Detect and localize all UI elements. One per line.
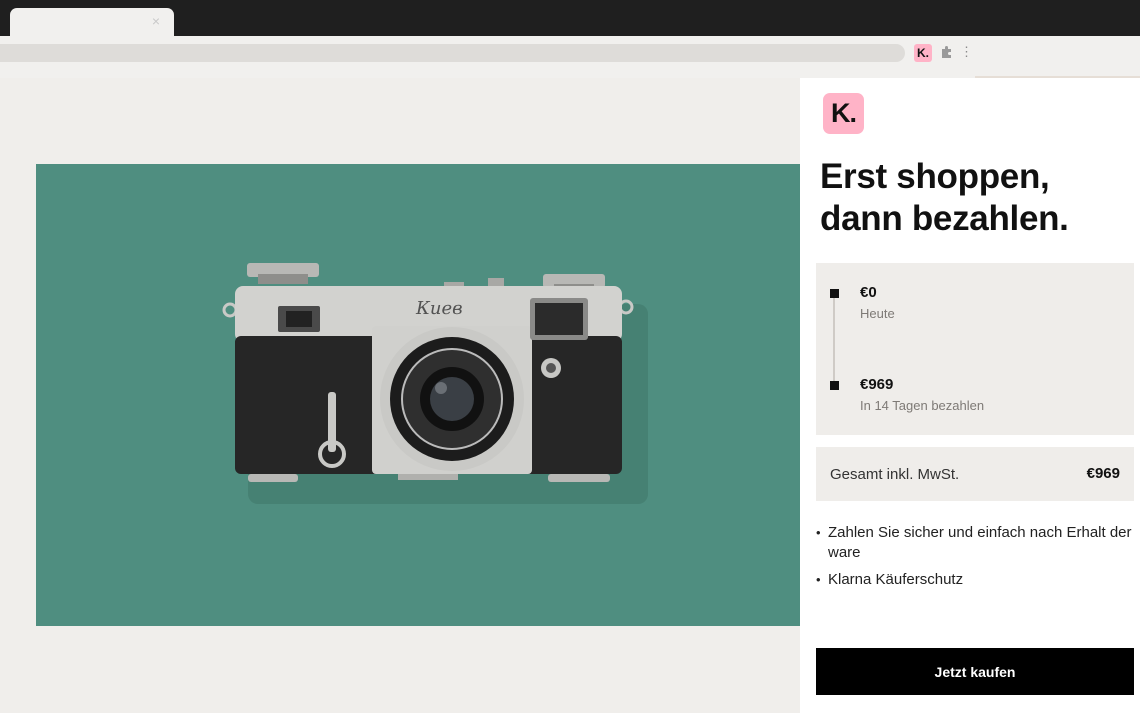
more-vertical-icon[interactable]: ⋮ bbox=[960, 43, 973, 61]
timeline-marker bbox=[830, 381, 839, 390]
close-icon[interactable]: × bbox=[152, 13, 160, 29]
payment-label-later: In 14 Tagen bezahlen bbox=[860, 398, 985, 413]
address-bar[interactable] bbox=[0, 44, 905, 62]
browser-tab[interactable]: × bbox=[10, 8, 174, 36]
headline-line-2: dann bezahlen. bbox=[820, 199, 1069, 238]
klarna-extension-icon[interactable]: K. bbox=[914, 44, 932, 62]
payment-amount-later: €969 bbox=[860, 376, 894, 393]
payment-amount-today: €0 bbox=[860, 284, 877, 301]
headline: Erst shoppen, dann bezahlen. bbox=[820, 156, 1120, 240]
klarna-checkout-panel: K. Erst shoppen, dann bezahlen. €0 Heute… bbox=[800, 78, 1140, 713]
svg-text:Киев: Киев bbox=[415, 298, 463, 319]
puzzle-icon[interactable] bbox=[939, 44, 955, 60]
product-image: Киев bbox=[36, 164, 800, 626]
payment-label-today: Heute bbox=[860, 306, 895, 321]
browser-toolbar: K. ⋮ bbox=[0, 36, 1140, 78]
timeline-marker bbox=[830, 289, 839, 298]
benefit-item: Klarna Käuferschutz bbox=[816, 570, 1132, 590]
total-box: Gesamt inkl. MwSt. €969 bbox=[816, 447, 1134, 501]
timeline-line bbox=[833, 295, 835, 385]
buy-now-button[interactable]: Jetzt kaufen bbox=[816, 648, 1134, 695]
browser-title-bar: × bbox=[0, 0, 1140, 36]
headline-line-1: Erst shoppen, bbox=[820, 157, 1050, 196]
benefits-list: Zahlen Sie sicher und einfach nach Erhal… bbox=[816, 523, 1132, 597]
payment-schedule: €0 Heute €969 In 14 Tagen bezahlen bbox=[816, 263, 1134, 435]
total-label: Gesamt inkl. MwSt. bbox=[830, 466, 960, 483]
benefit-item: Zahlen Sie sicher und einfach nach Erhal… bbox=[816, 523, 1132, 563]
klarna-logo: K. bbox=[823, 93, 864, 134]
total-value: €969 bbox=[1086, 465, 1120, 482]
